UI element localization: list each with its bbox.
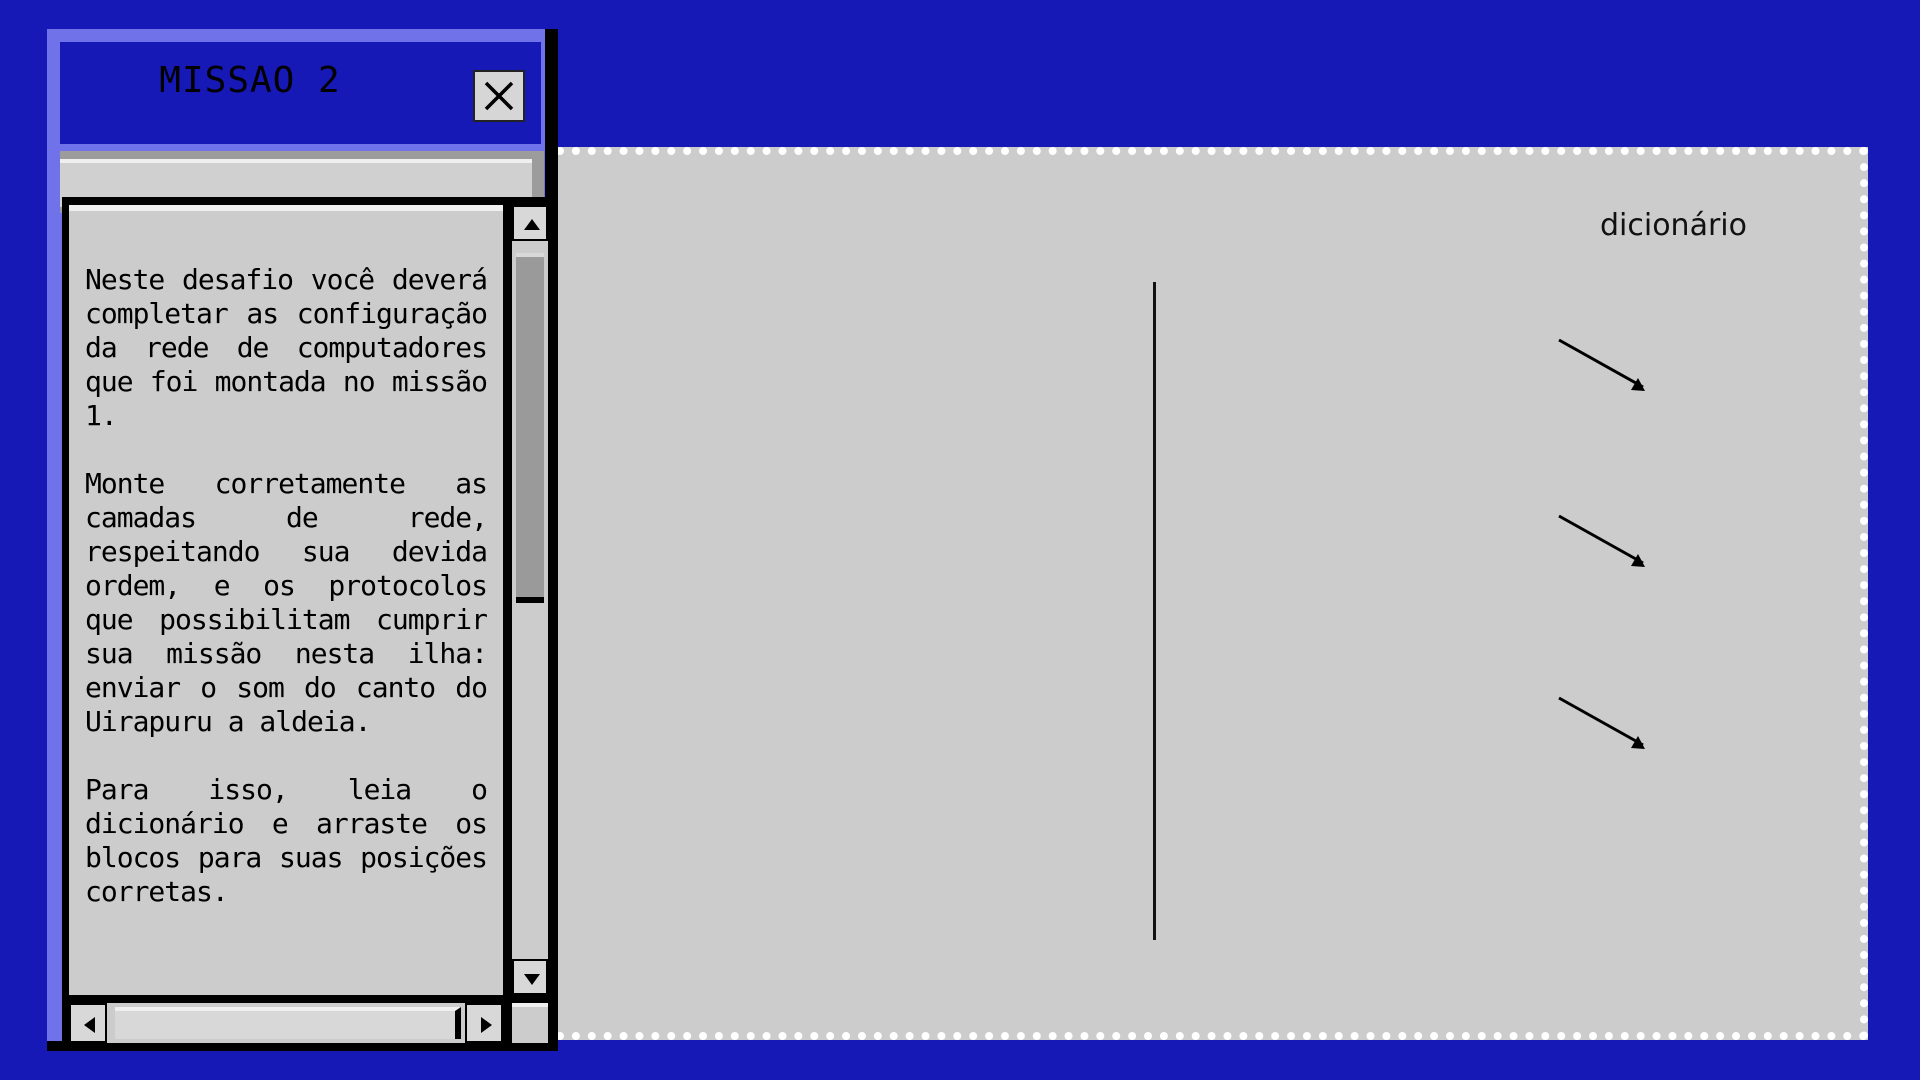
drop-board[interactable] bbox=[556, 147, 1868, 1040]
window-title: MISSAO 2 bbox=[159, 60, 341, 101]
arrow-down-right-icon bbox=[1558, 696, 1645, 749]
triangle-right-icon bbox=[481, 1017, 492, 1033]
scroll-down-button[interactable] bbox=[512, 959, 548, 995]
vertical-scrollbar[interactable] bbox=[512, 205, 548, 995]
scroll-left-button[interactable] bbox=[69, 1003, 107, 1043]
instructions-pane[interactable]: Neste desafio você deverá completar as c… bbox=[69, 205, 503, 995]
mission-window: MISSAO 2 Neste desafio você deverá compl… bbox=[47, 29, 558, 1051]
dictionary-link[interactable]: dicionário bbox=[1600, 208, 1760, 243]
horizontal-scroll-thumb[interactable] bbox=[115, 1007, 461, 1039]
horizontal-scrollbar[interactable] bbox=[69, 1003, 503, 1043]
instruction-paragraph: Monte corretamente as camadas de rede, r… bbox=[85, 467, 488, 738]
close-button[interactable] bbox=[473, 70, 525, 122]
triangle-up-icon bbox=[524, 219, 540, 230]
scrollbar-corner bbox=[512, 1003, 548, 1043]
arrow-down-right-icon bbox=[1558, 338, 1645, 391]
board-divider bbox=[1153, 282, 1156, 940]
arrow-down-right-icon bbox=[1558, 514, 1645, 567]
scroll-up-button[interactable] bbox=[512, 205, 548, 241]
triangle-down-icon bbox=[524, 974, 540, 985]
window-titlebar[interactable]: MISSAO 2 bbox=[60, 42, 541, 144]
scroll-right-button[interactable] bbox=[465, 1003, 503, 1043]
instruction-paragraph: Para isso, leia o dicionário e arraste o… bbox=[85, 773, 488, 908]
instructions-text: Neste desafio você deverá completar as c… bbox=[69, 211, 503, 909]
triangle-left-icon bbox=[84, 1017, 95, 1033]
content-frame: Neste desafio você deverá completar as c… bbox=[62, 197, 552, 1047]
close-icon bbox=[484, 81, 514, 111]
vertical-scroll-thumb[interactable] bbox=[516, 253, 544, 603]
instruction-paragraph: Neste desafio você deverá completar as c… bbox=[85, 263, 488, 432]
